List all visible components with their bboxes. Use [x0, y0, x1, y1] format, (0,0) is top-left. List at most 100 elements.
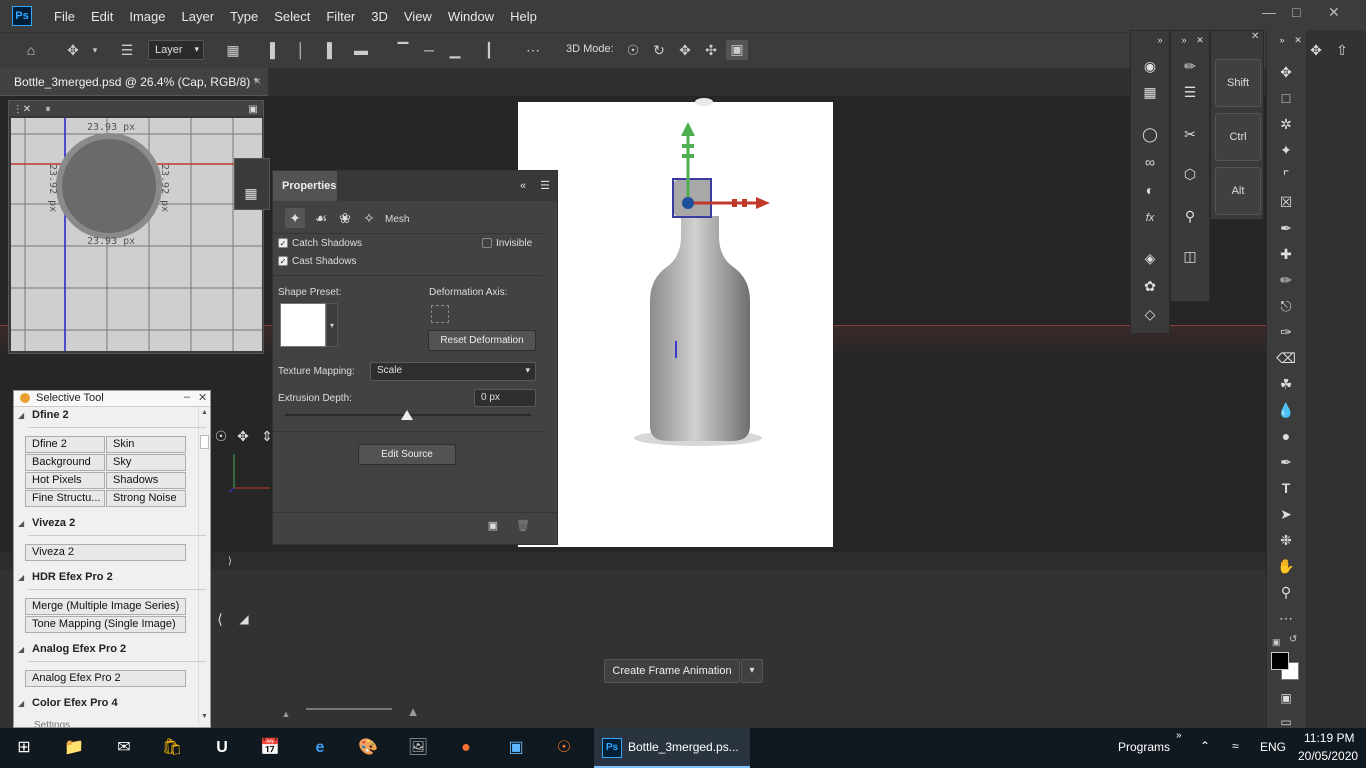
- gizmo-center[interactable]: [682, 197, 694, 209]
- history-brush-tool-icon[interactable]: ✑: [1276, 322, 1296, 342]
- brush-tool-icon[interactable]: ✏: [1276, 270, 1296, 290]
- crop-tool-icon[interactable]: ⌜: [1276, 166, 1296, 186]
- gizmo-y-arrow[interactable]: [681, 122, 695, 136]
- distribute-icon[interactable]: ▬: [352, 41, 370, 59]
- pen-tool-icon[interactable]: ✒: [1276, 452, 1296, 472]
- extrusion-depth-field[interactable]: 0 px: [474, 389, 536, 407]
- zoom-out-icon[interactable]: ▲: [276, 704, 296, 724]
- alt-key-button[interactable]: Alt: [1215, 167, 1261, 215]
- home-icon[interactable]: ⌂: [22, 41, 40, 59]
- save-view-icon[interactable]: ⏸: [38, 100, 58, 120]
- blender-icon[interactable]: ☉: [552, 736, 576, 760]
- strong-noise-button[interactable]: Strong Noise: [106, 490, 186, 507]
- frame-tool-icon[interactable]: ☒: [1276, 192, 1296, 212]
- section-viveza[interactable]: Viveza 2: [32, 517, 75, 529]
- blur-tool-icon[interactable]: 💧: [1276, 400, 1296, 420]
- zoom-in-icon[interactable]: ▲: [403, 702, 423, 722]
- paths-panel-icon[interactable]: ◇: [1140, 304, 1160, 324]
- close-icon[interactable]: ✕: [1190, 30, 1210, 50]
- create-frame-animation-button[interactable]: Create Frame Animation: [604, 659, 740, 683]
- slide-3d-icon[interactable]: ✣: [702, 41, 720, 59]
- swatches-panel-icon[interactable]: ▦: [1140, 82, 1160, 102]
- default-colors-icon[interactable]: ▣: [1272, 637, 1281, 648]
- maximize-icon[interactable]: □: [1292, 4, 1300, 20]
- chevron-down-icon[interactable]: ▾: [86, 41, 104, 59]
- analog-efex-button[interactable]: Analog Efex Pro 2: [25, 670, 186, 687]
- mail-icon[interactable]: ✉: [112, 736, 136, 760]
- menu-layer[interactable]: Layer: [174, 9, 223, 24]
- eraser-tool-icon[interactable]: ⌫: [1276, 348, 1296, 368]
- collapse-icon[interactable]: «: [513, 176, 533, 196]
- viveza-button[interactable]: Viveza 2: [25, 544, 186, 561]
- shape-preset-swatch[interactable]: [280, 303, 326, 347]
- convert-icon[interactable]: ◢: [234, 609, 254, 629]
- lasso-tool-icon[interactable]: ✲: [1276, 114, 1296, 134]
- close-icon[interactable]: ✕: [1288, 30, 1308, 50]
- close-icon[interactable]: ✕: [1251, 31, 1259, 42]
- settings-link[interactable]: Settings: [34, 721, 70, 727]
- shift-key-button[interactable]: Shift: [1215, 59, 1261, 107]
- path-selection-tool-icon[interactable]: ➤: [1276, 504, 1296, 524]
- healing-brush-tool-icon[interactable]: ✚: [1276, 244, 1296, 264]
- align-right-icon[interactable]: ▐: [318, 41, 336, 59]
- properties-title[interactable]: Properties: [273, 171, 337, 201]
- show-hidden-icons-icon[interactable]: ⌃: [1200, 739, 1210, 753]
- more-tools-icon[interactable]: ⋯: [1276, 608, 1296, 628]
- tab-mesh[interactable]: Mesh: [385, 214, 409, 225]
- bottle-mesh[interactable]: [650, 216, 750, 441]
- layers-panel-icon[interactable]: ◈: [1140, 248, 1160, 268]
- invisible-checkbox[interactable]: [482, 238, 492, 248]
- cast-shadows-checkbox[interactable]: ✓: [278, 256, 288, 266]
- file-explorer-icon[interactable]: 📁: [62, 736, 86, 760]
- brush-panel-icon[interactable]: ✏: [1180, 56, 1200, 76]
- hot-pixels-button[interactable]: Hot Pixels: [25, 472, 105, 489]
- chevron-right-icon[interactable]: »: [1176, 730, 1182, 741]
- minimize-icon[interactable]: —: [1262, 4, 1276, 20]
- section-color-efex[interactable]: Color Efex Pro 4: [32, 697, 118, 709]
- windows-start-icon[interactable]: ⊞: [12, 736, 36, 760]
- photos-app-icon[interactable]: 🖼: [406, 736, 430, 760]
- channels-panel-icon[interactable]: ✿: [1140, 276, 1160, 296]
- more-options-icon[interactable]: ⋯: [524, 41, 542, 59]
- coordinates-tab-icon[interactable]: ✧: [359, 208, 379, 228]
- measurement-icon[interactable]: ⚲: [1180, 206, 1200, 226]
- edge-browser-icon[interactable]: e: [308, 736, 332, 760]
- color-panel-icon[interactable]: ◉: [1140, 56, 1160, 76]
- extrusion-slider-handle[interactable]: [401, 410, 413, 420]
- catch-shadows-checkbox[interactable]: ✓: [278, 238, 288, 248]
- section-hdr-efex[interactable]: HDR Efex Pro 2: [32, 571, 113, 583]
- reset-deformation-button[interactable]: Reset Deformation: [428, 330, 536, 351]
- fine-structure-button[interactable]: Fine Structu...: [25, 490, 105, 507]
- share-icon[interactable]: ⇧: [1332, 40, 1352, 60]
- 3d-panel-icon[interactable]: ▦: [241, 183, 261, 203]
- language-indicator[interactable]: ENG: [1260, 740, 1286, 754]
- move-tool-icon[interactable]: ✥: [1306, 40, 1326, 60]
- orbit-3d-icon[interactable]: ☉: [624, 41, 642, 59]
- auto-select-dropdown[interactable]: Layer ▾: [148, 40, 204, 60]
- align-center-icon[interactable]: │: [292, 41, 310, 59]
- menu-select[interactable]: Select: [266, 9, 318, 24]
- shadows-button[interactable]: Shadows: [106, 472, 186, 489]
- align-left-icon[interactable]: ▌: [266, 41, 284, 59]
- clock-date[interactable]: 20/05/2020: [1298, 749, 1358, 763]
- deform-tab-icon[interactable]: ☙: [311, 208, 331, 228]
- panel-menu-icon[interactable]: ☰: [535, 176, 555, 196]
- close-tab-icon[interactable]: ×: [254, 74, 261, 88]
- 3d-panel-icon[interactable]: ⬡: [1180, 164, 1200, 184]
- align-middle-icon[interactable]: ─: [420, 41, 438, 59]
- swap-colors-icon[interactable]: ↺: [1289, 634, 1297, 645]
- control-panel-icon[interactable]: ▣: [504, 736, 528, 760]
- hdr-tone-mapping-button[interactable]: Tone Mapping (Single Image): [25, 616, 186, 633]
- programs-toolbar[interactable]: Programs: [1118, 740, 1170, 754]
- menu-help[interactable]: Help: [502, 9, 545, 24]
- menu-window[interactable]: Window: [440, 9, 502, 24]
- minimize-icon[interactable]: –: [184, 391, 190, 403]
- auto-select-icon[interactable]: ☰: [118, 41, 136, 59]
- expand-panels-icon[interactable]: »: [1150, 30, 1170, 50]
- section-dfine[interactable]: Dfine 2: [32, 409, 69, 421]
- calendar-icon[interactable]: 📅: [258, 736, 282, 760]
- hdr-merge-button[interactable]: Merge (Multiple Image Series): [25, 598, 186, 615]
- distribute-vertical-icon[interactable]: ┃: [480, 41, 498, 59]
- secondary-view-image[interactable]: 23.93 px 23.93 px 23.92 px 23.92 px: [11, 118, 262, 351]
- section-analog-efex[interactable]: Analog Efex Pro 2: [32, 643, 126, 655]
